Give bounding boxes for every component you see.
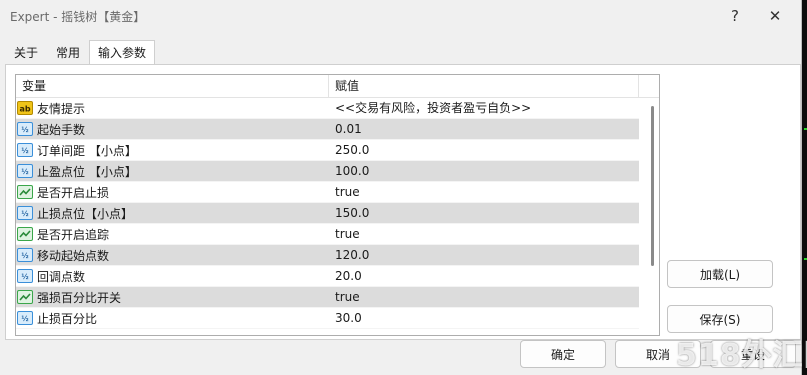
parameter-name-cell: 强损百分比开关 [16, 287, 329, 308]
parameter-value-cell[interactable]: 120.0 [329, 245, 639, 266]
chart-edge-strip [802, 0, 807, 375]
ab-text-icon: ab [17, 100, 33, 116]
parameter-value-cell[interactable]: 30.0 [329, 308, 639, 329]
close-button[interactable]: ✕ [755, 0, 795, 32]
parameter-name: 订单间距 【小点】 [37, 143, 137, 158]
boolean-icon [17, 226, 33, 242]
window-title: Expert - 摇钱树【黄金】 [10, 9, 146, 24]
table-row[interactable]: 是否开启追踪 true [16, 224, 639, 245]
numeric-icon: ½ [17, 247, 33, 263]
table-row[interactable]: ½ 止损点位【小点】 150.0 [16, 203, 639, 224]
svg-text:½: ½ [21, 210, 28, 218]
numeric-icon: ½ [17, 142, 33, 158]
parameter-value-cell[interactable]: 250.0 [329, 140, 639, 161]
inputs-panel: 变量 赋值 ab 友情提示 <<交易有风险，投资者盈亏自负>> ½ 起始手数 0.01 ½ 订… [5, 64, 801, 340]
parameter-name: 移动起始点数 [37, 248, 110, 263]
title-bar[interactable]: Expert - 摇钱树【黄金】 ? ✕ [0, 0, 801, 32]
save-button[interactable]: 保存(S) [667, 305, 773, 333]
parameter-value-cell[interactable]: true [329, 287, 639, 308]
tab-inputs[interactable]: 输入参数 [89, 40, 156, 65]
table-row[interactable]: ab 友情提示 <<交易有风险，投资者盈亏自负>> [16, 98, 639, 119]
parameter-name: 止损点位【小点】 [37, 206, 134, 221]
numeric-icon: ½ [17, 205, 33, 221]
close-icon: ✕ [768, 7, 782, 25]
parameter-value-cell[interactable]: <<交易有风险，投资者盈亏自负>> [329, 98, 639, 119]
parameter-value-cell[interactable]: 150.0 [329, 203, 639, 224]
svg-text:½: ½ [21, 273, 28, 281]
help-icon: ? [731, 7, 739, 25]
table-row[interactable]: ½ 止盈点位 【小点】 100.0 [16, 161, 639, 182]
parameter-name-cell: ½ 起始手数 [16, 119, 329, 140]
parameter-value-cell[interactable]: true [329, 182, 639, 203]
table-row[interactable]: ½ 起始手数 0.01 [16, 119, 639, 140]
parameter-name: 止损百分比 [37, 311, 98, 326]
table-body: ab 友情提示 <<交易有风险，投资者盈亏自负>> ½ 起始手数 0.01 ½ 订单间距 【小… [16, 98, 639, 329]
parameter-name: 是否开启追踪 [37, 227, 110, 242]
parameter-name-cell: ½ 订单间距 【小点】 [16, 140, 329, 161]
parameter-value-cell[interactable]: true [329, 224, 639, 245]
parameter-name: 回调点数 [37, 269, 86, 284]
tab-about[interactable]: 关于 [5, 40, 47, 65]
parameter-value-cell[interactable]: 20.0 [329, 266, 639, 287]
parameter-name: 友情提示 [37, 101, 86, 116]
table-row[interactable]: ½ 订单间距 【小点】 250.0 [16, 140, 639, 161]
table-row[interactable]: ½ 回调点数 20.0 [16, 266, 639, 287]
boolean-icon [17, 184, 33, 200]
parameter-name-cell: 是否开启追踪 [16, 224, 329, 245]
help-button[interactable]: ? [715, 0, 755, 32]
parameter-name: 止盈点位 【小点】 [37, 164, 137, 179]
tab-common[interactable]: 常用 [47, 40, 89, 65]
table-row[interactable]: ½ 止损百分比 30.0 [16, 308, 639, 329]
svg-text:ab: ab [19, 105, 30, 114]
parameter-name-cell: ½ 止损点位【小点】 [16, 203, 329, 224]
ok-button[interactable]: 确定 [520, 340, 606, 368]
numeric-icon: ½ [17, 310, 33, 326]
numeric-icon: ½ [17, 268, 33, 284]
parameter-value-cell[interactable]: 0.01 [329, 119, 639, 140]
parameters-table: 变量 赋值 ab 友情提示 <<交易有风险，投资者盈亏自负>> ½ 起始手数 0.01 ½ 订… [15, 74, 660, 336]
svg-text:½: ½ [21, 252, 28, 260]
vertical-scrollbar[interactable] [648, 98, 658, 335]
scrollbar-thumb[interactable] [651, 106, 654, 266]
reset-button[interactable]: 重设 [710, 340, 796, 368]
table-row[interactable]: ½ 移动起始点数 120.0 [16, 245, 639, 266]
svg-text:½: ½ [21, 147, 28, 155]
parameter-name-cell: ½ 止盈点位 【小点】 [16, 161, 329, 182]
parameter-name-cell: ½ 移动起始点数 [16, 245, 329, 266]
table-row[interactable]: 强损百分比开关 true [16, 287, 639, 308]
table-row[interactable]: 是否开启止损 true [16, 182, 639, 203]
svg-text:½: ½ [21, 315, 28, 323]
parameter-name-cell: ab 友情提示 [16, 98, 329, 119]
parameter-name: 起始手数 [37, 122, 86, 137]
svg-text:½: ½ [21, 168, 28, 176]
numeric-icon: ½ [17, 121, 33, 137]
parameter-value-cell[interactable]: 100.0 [329, 161, 639, 182]
parameter-name: 是否开启止损 [37, 185, 110, 200]
parameter-name-cell: ½ 回调点数 [16, 266, 329, 287]
boolean-icon [17, 289, 33, 305]
tab-strip: 关于 常用 输入参数 [5, 40, 156, 65]
load-button[interactable]: 加载(L) [667, 260, 773, 288]
column-header-variable[interactable]: 变量 [16, 75, 329, 98]
column-header-value[interactable]: 赋值 [329, 75, 639, 98]
parameter-name-cell: ½ 止损百分比 [16, 308, 329, 329]
table-header: 变量 赋值 [16, 75, 659, 98]
svg-text:½: ½ [21, 126, 28, 134]
parameter-name: 强损百分比开关 [37, 290, 122, 305]
cancel-button[interactable]: 取消 [615, 340, 701, 368]
numeric-icon: ½ [17, 163, 33, 179]
parameter-name-cell: 是否开启止损 [16, 182, 329, 203]
expert-dialog: Expert - 摇钱树【黄金】 ? ✕ 关于 常用 输入参数 变量 赋值 ab… [0, 0, 802, 375]
